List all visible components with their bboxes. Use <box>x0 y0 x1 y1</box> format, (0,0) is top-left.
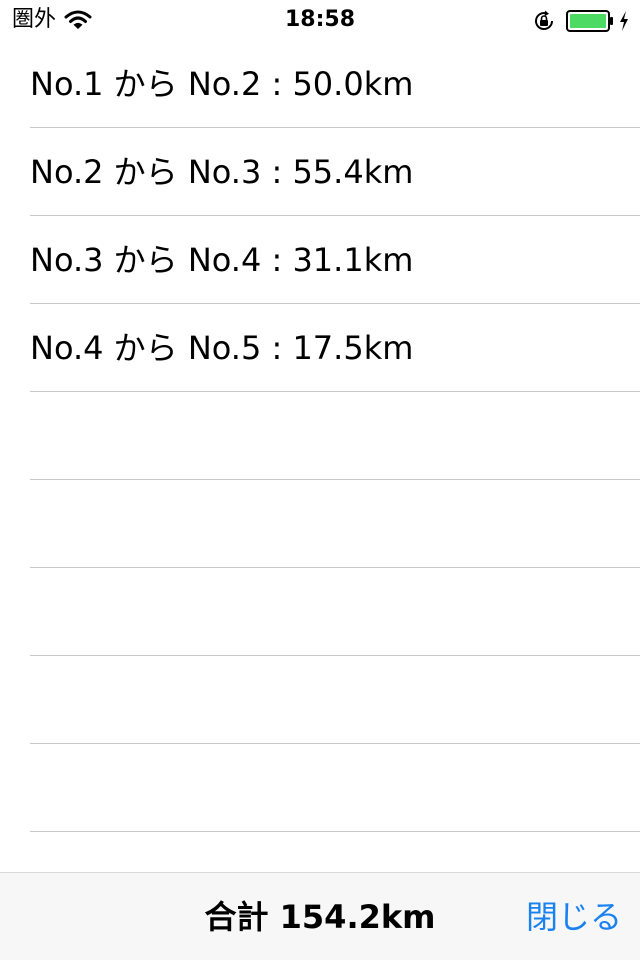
list-item-empty <box>30 656 640 744</box>
list-item[interactable]: No.1 から No.2 : 50.0km <box>30 40 640 128</box>
battery-icon <box>566 10 613 32</box>
status-bar: 圏外 18:58 <box>0 0 640 40</box>
list-item[interactable]: No.4 から No.5 : 17.5km <box>30 304 640 392</box>
bottom-toolbar: 合計 154.2km 閉じる <box>0 872 640 960</box>
segment-list: No.1 から No.2 : 50.0km No.2 から No.3 : 55.… <box>0 40 640 832</box>
list-item-empty <box>30 568 640 656</box>
segment-label: No.3 から No.4 : 31.1km <box>30 241 414 279</box>
charging-bolt-icon <box>620 11 628 31</box>
list-item-empty <box>30 480 640 568</box>
list-item-empty <box>30 744 640 832</box>
orientation-lock-icon <box>535 10 554 30</box>
distance-list-screen: 圏外 18:58 No.1 から No.2: 50.0km No.2 から N… <box>0 0 640 960</box>
segment-label: No.1 から No.2 : 50.0km <box>30 65 414 103</box>
list-item-empty <box>30 392 640 480</box>
status-right <box>532 8 630 34</box>
list-item[interactable]: No.2 から No.3 : 55.4km <box>30 128 640 216</box>
list-item[interactable]: No.3 から No.4 : 31.1km <box>30 216 640 304</box>
close-button[interactable]: 閉じる <box>526 873 622 960</box>
segment-label: No.4 から No.5 : 17.5km <box>30 329 414 367</box>
segment-label: No.2 から No.3 : 55.4km <box>30 153 414 191</box>
